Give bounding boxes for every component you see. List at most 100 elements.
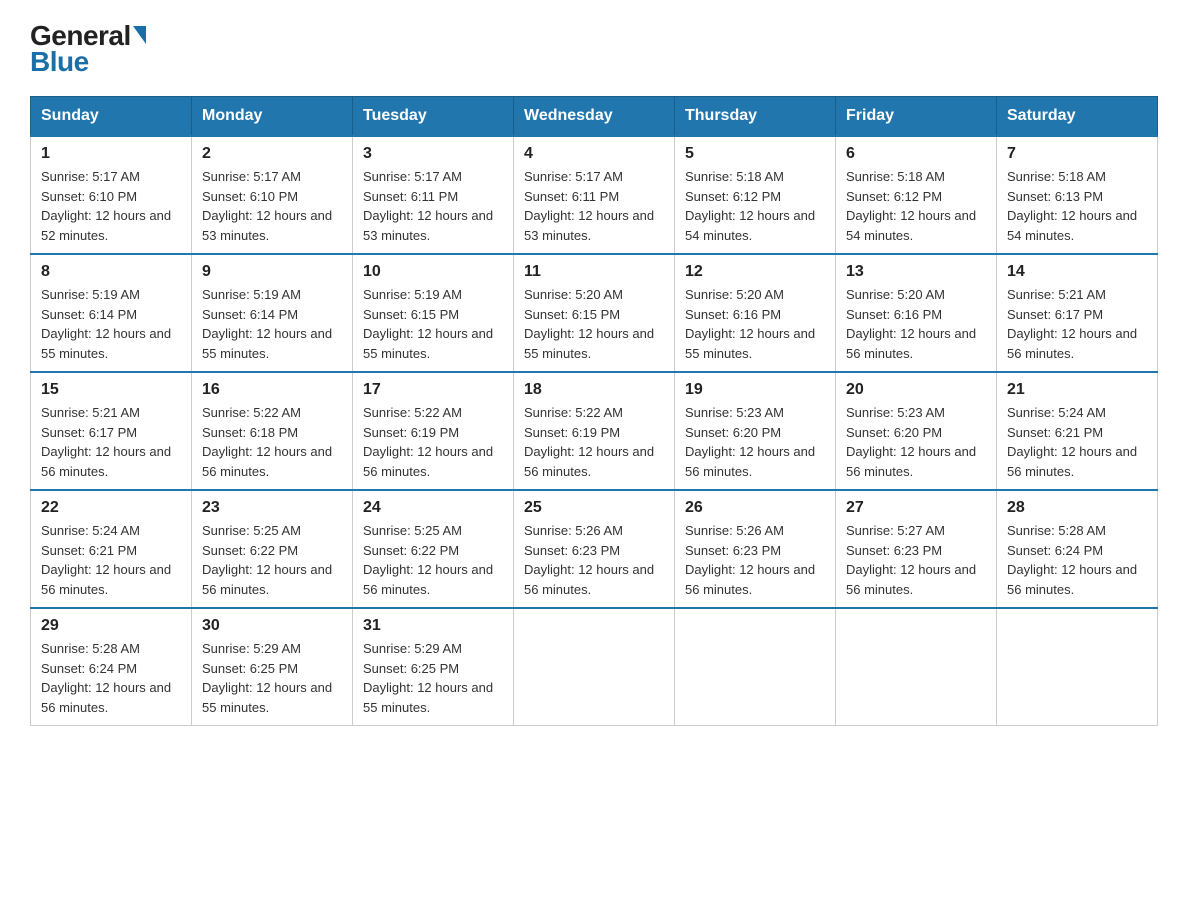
day-info: Sunrise: 5:25 AMSunset: 6:22 PMDaylight:… — [363, 523, 493, 597]
empty-day — [997, 608, 1158, 726]
day-info: Sunrise: 5:19 AMSunset: 6:14 PMDaylight:… — [202, 287, 332, 361]
day-info: Sunrise: 5:17 AMSunset: 6:10 PMDaylight:… — [202, 169, 332, 243]
day-number: 6 — [846, 145, 986, 163]
calendar-day-19: 19 Sunrise: 5:23 AMSunset: 6:20 PMDaylig… — [675, 372, 836, 490]
day-info: Sunrise: 5:20 AMSunset: 6:16 PMDaylight:… — [846, 287, 976, 361]
calendar-day-9: 9 Sunrise: 5:19 AMSunset: 6:14 PMDayligh… — [192, 254, 353, 372]
calendar-table: SundayMondayTuesdayWednesdayThursdayFrid… — [30, 96, 1158, 726]
day-header-monday: Monday — [192, 97, 353, 137]
day-info: Sunrise: 5:28 AMSunset: 6:24 PMDaylight:… — [1007, 523, 1137, 597]
calendar-day-28: 28 Sunrise: 5:28 AMSunset: 6:24 PMDaylig… — [997, 490, 1158, 608]
logo-arrow-icon — [133, 26, 146, 44]
calendar-day-8: 8 Sunrise: 5:19 AMSunset: 6:14 PMDayligh… — [31, 254, 192, 372]
day-number: 20 — [846, 381, 986, 399]
day-number: 19 — [685, 381, 825, 399]
calendar-day-31: 31 Sunrise: 5:29 AMSunset: 6:25 PMDaylig… — [353, 608, 514, 726]
day-number: 1 — [41, 145, 181, 163]
day-info: Sunrise: 5:23 AMSunset: 6:20 PMDaylight:… — [846, 405, 976, 479]
day-number: 10 — [363, 263, 503, 281]
calendar-day-22: 22 Sunrise: 5:24 AMSunset: 6:21 PMDaylig… — [31, 490, 192, 608]
calendar-week-2: 8 Sunrise: 5:19 AMSunset: 6:14 PMDayligh… — [31, 254, 1158, 372]
day-info: Sunrise: 5:22 AMSunset: 6:19 PMDaylight:… — [524, 405, 654, 479]
calendar-day-13: 13 Sunrise: 5:20 AMSunset: 6:16 PMDaylig… — [836, 254, 997, 372]
day-number: 30 — [202, 617, 342, 635]
day-info: Sunrise: 5:24 AMSunset: 6:21 PMDaylight:… — [1007, 405, 1137, 479]
day-info: Sunrise: 5:18 AMSunset: 6:12 PMDaylight:… — [685, 169, 815, 243]
calendar-day-15: 15 Sunrise: 5:21 AMSunset: 6:17 PMDaylig… — [31, 372, 192, 490]
day-number: 18 — [524, 381, 664, 399]
day-info: Sunrise: 5:29 AMSunset: 6:25 PMDaylight:… — [202, 641, 332, 715]
day-number: 4 — [524, 145, 664, 163]
day-number: 23 — [202, 499, 342, 517]
calendar-day-25: 25 Sunrise: 5:26 AMSunset: 6:23 PMDaylig… — [514, 490, 675, 608]
day-info: Sunrise: 5:18 AMSunset: 6:12 PMDaylight:… — [846, 169, 976, 243]
day-header-wednesday: Wednesday — [514, 97, 675, 137]
logo-blue: Blue — [30, 46, 89, 78]
calendar-day-23: 23 Sunrise: 5:25 AMSunset: 6:22 PMDaylig… — [192, 490, 353, 608]
day-number: 2 — [202, 145, 342, 163]
day-number: 13 — [846, 263, 986, 281]
calendar-day-24: 24 Sunrise: 5:25 AMSunset: 6:22 PMDaylig… — [353, 490, 514, 608]
calendar-day-6: 6 Sunrise: 5:18 AMSunset: 6:12 PMDayligh… — [836, 136, 997, 254]
calendar-day-27: 27 Sunrise: 5:27 AMSunset: 6:23 PMDaylig… — [836, 490, 997, 608]
calendar-day-18: 18 Sunrise: 5:22 AMSunset: 6:19 PMDaylig… — [514, 372, 675, 490]
day-info: Sunrise: 5:22 AMSunset: 6:19 PMDaylight:… — [363, 405, 493, 479]
calendar-header-row: SundayMondayTuesdayWednesdayThursdayFrid… — [31, 97, 1158, 137]
day-number: 17 — [363, 381, 503, 399]
calendar-day-12: 12 Sunrise: 5:20 AMSunset: 6:16 PMDaylig… — [675, 254, 836, 372]
day-info: Sunrise: 5:27 AMSunset: 6:23 PMDaylight:… — [846, 523, 976, 597]
day-header-tuesday: Tuesday — [353, 97, 514, 137]
day-header-thursday: Thursday — [675, 97, 836, 137]
day-number: 15 — [41, 381, 181, 399]
calendar-day-11: 11 Sunrise: 5:20 AMSunset: 6:15 PMDaylig… — [514, 254, 675, 372]
calendar-day-20: 20 Sunrise: 5:23 AMSunset: 6:20 PMDaylig… — [836, 372, 997, 490]
day-info: Sunrise: 5:26 AMSunset: 6:23 PMDaylight:… — [685, 523, 815, 597]
calendar-day-7: 7 Sunrise: 5:18 AMSunset: 6:13 PMDayligh… — [997, 136, 1158, 254]
day-number: 25 — [524, 499, 664, 517]
calendar-week-4: 22 Sunrise: 5:24 AMSunset: 6:21 PMDaylig… — [31, 490, 1158, 608]
day-info: Sunrise: 5:18 AMSunset: 6:13 PMDaylight:… — [1007, 169, 1137, 243]
day-number: 26 — [685, 499, 825, 517]
day-header-saturday: Saturday — [997, 97, 1158, 137]
calendar-day-30: 30 Sunrise: 5:29 AMSunset: 6:25 PMDaylig… — [192, 608, 353, 726]
calendar-day-26: 26 Sunrise: 5:26 AMSunset: 6:23 PMDaylig… — [675, 490, 836, 608]
day-number: 5 — [685, 145, 825, 163]
calendar-week-5: 29 Sunrise: 5:28 AMSunset: 6:24 PMDaylig… — [31, 608, 1158, 726]
day-number: 3 — [363, 145, 503, 163]
day-info: Sunrise: 5:20 AMSunset: 6:15 PMDaylight:… — [524, 287, 654, 361]
day-info: Sunrise: 5:25 AMSunset: 6:22 PMDaylight:… — [202, 523, 332, 597]
page-header: General Blue — [30, 20, 1158, 78]
day-number: 31 — [363, 617, 503, 635]
day-info: Sunrise: 5:20 AMSunset: 6:16 PMDaylight:… — [685, 287, 815, 361]
day-header-friday: Friday — [836, 97, 997, 137]
calendar-day-3: 3 Sunrise: 5:17 AMSunset: 6:11 PMDayligh… — [353, 136, 514, 254]
logo: General Blue — [30, 20, 146, 78]
day-header-sunday: Sunday — [31, 97, 192, 137]
day-info: Sunrise: 5:17 AMSunset: 6:10 PMDaylight:… — [41, 169, 171, 243]
day-number: 9 — [202, 263, 342, 281]
calendar-day-16: 16 Sunrise: 5:22 AMSunset: 6:18 PMDaylig… — [192, 372, 353, 490]
day-number: 16 — [202, 381, 342, 399]
calendar-week-3: 15 Sunrise: 5:21 AMSunset: 6:17 PMDaylig… — [31, 372, 1158, 490]
day-number: 28 — [1007, 499, 1147, 517]
calendar-day-14: 14 Sunrise: 5:21 AMSunset: 6:17 PMDaylig… — [997, 254, 1158, 372]
day-number: 29 — [41, 617, 181, 635]
day-number: 12 — [685, 263, 825, 281]
day-info: Sunrise: 5:22 AMSunset: 6:18 PMDaylight:… — [202, 405, 332, 479]
day-number: 11 — [524, 263, 664, 281]
empty-day — [836, 608, 997, 726]
day-number: 21 — [1007, 381, 1147, 399]
day-number: 27 — [846, 499, 986, 517]
day-info: Sunrise: 5:26 AMSunset: 6:23 PMDaylight:… — [524, 523, 654, 597]
day-info: Sunrise: 5:17 AMSunset: 6:11 PMDaylight:… — [524, 169, 654, 243]
empty-day — [675, 608, 836, 726]
calendar-week-1: 1 Sunrise: 5:17 AMSunset: 6:10 PMDayligh… — [31, 136, 1158, 254]
day-info: Sunrise: 5:19 AMSunset: 6:15 PMDaylight:… — [363, 287, 493, 361]
day-info: Sunrise: 5:21 AMSunset: 6:17 PMDaylight:… — [41, 405, 171, 479]
calendar-day-17: 17 Sunrise: 5:22 AMSunset: 6:19 PMDaylig… — [353, 372, 514, 490]
day-number: 7 — [1007, 145, 1147, 163]
day-number: 8 — [41, 263, 181, 281]
day-number: 22 — [41, 499, 181, 517]
day-info: Sunrise: 5:21 AMSunset: 6:17 PMDaylight:… — [1007, 287, 1137, 361]
empty-day — [514, 608, 675, 726]
